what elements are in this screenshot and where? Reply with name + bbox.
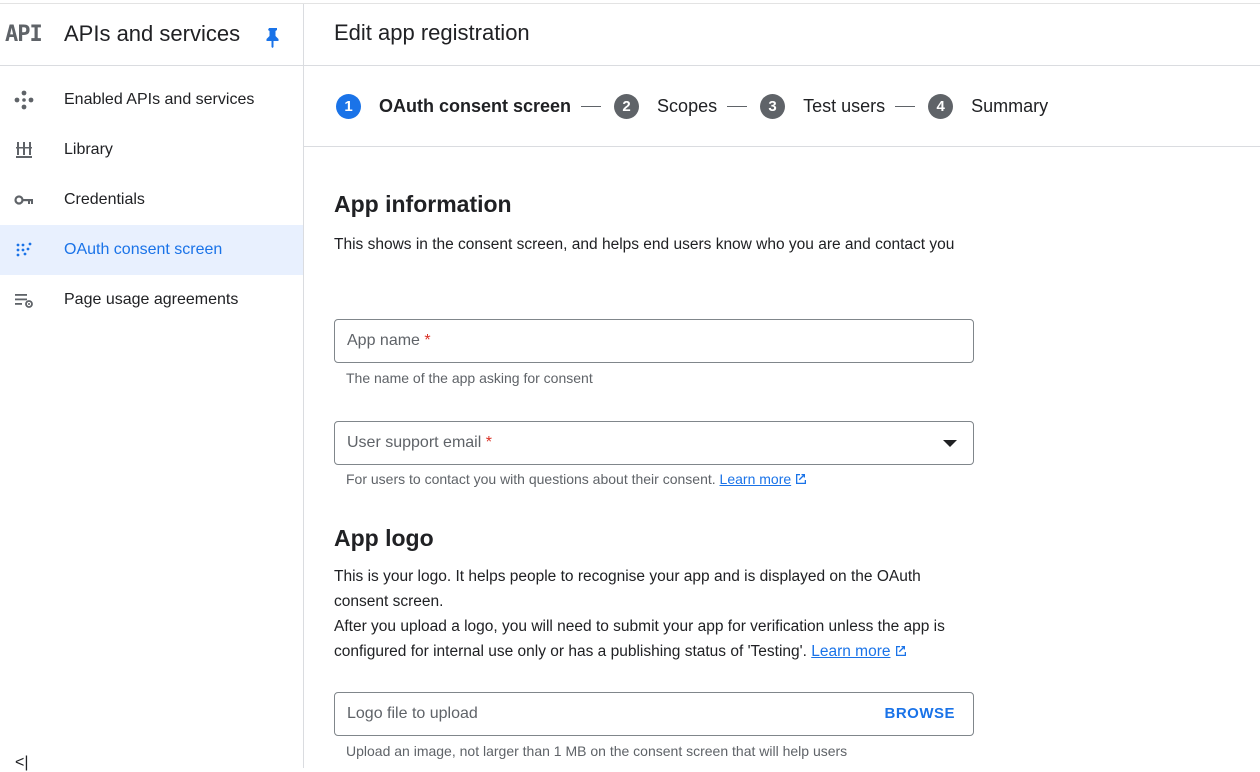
app-information-description: This shows in the consent screen, and he… [334,236,955,253]
support-email-placeholder: User support email * [347,434,492,451]
sidebar-item-label: OAuth consent screen [64,241,223,258]
library-icon [16,142,32,158]
step-separator [727,105,748,107]
sidebar-header: API APIs and services [0,4,303,66]
external-link-icon[interactable] [894,644,907,657]
stepper: 1 OAuth consent screen 2 Scopes 3 Test u… [336,93,1048,119]
app-logo-description-2: After you upload a logo, you will need t… [334,618,945,660]
required-mark: * [424,332,431,349]
divider [304,65,1260,66]
step-number: 4 [928,93,954,119]
sidebar-item-label: Enabled APIs and services [64,91,255,108]
step-label: Scopes [657,95,718,116]
sidebar-item-oauth-consent[interactable]: OAuth consent screen [0,225,303,275]
support-email-helper: For users to contact you with questions … [346,471,807,487]
logo-upload-field[interactable]: Logo file to upload BROWSE [334,692,974,736]
sidebar: API APIs and services Enabled APIs and s… [0,4,304,771]
logo-upload-helper: Upload an image, not larger than 1 MB on… [346,743,848,759]
collapse-sidebar-icon[interactable]: <| [15,754,29,772]
api-logo: API [5,22,43,47]
step-number: 1 [336,93,361,119]
app-information-heading: App information [334,191,512,217]
browse-button[interactable]: BROWSE [885,705,956,722]
diamond-arrows-icon [14,90,34,110]
step-label: OAuth consent screen [379,95,572,116]
learn-more-link[interactable]: Learn more [811,643,890,660]
sidebar-item-label: Page usage agreements [64,291,239,308]
step-number: 3 [760,93,786,119]
app-logo-description-1: This is your logo. It helps people to re… [334,568,921,610]
dots-grid-icon [16,242,32,257]
sidebar-item-library[interactable]: Library [0,125,303,175]
pin-icon[interactable] [263,26,283,48]
step-number: 2 [614,93,640,119]
step-oauth-consent[interactable]: 1 OAuth consent screen [336,93,572,119]
sidebar-item-credentials[interactable]: Credentials [0,175,303,225]
step-label: Test users [803,95,886,116]
step-test-users[interactable]: 3 Test users [760,93,886,119]
list-settings-icon [15,294,33,308]
app-logo-heading: App logo [334,525,434,551]
step-scopes[interactable]: 2 Scopes [614,93,718,119]
sidebar-item-label: Credentials [64,191,145,208]
app-name-field[interactable]: App name * [334,319,974,363]
app-name-helper: The name of the app asking for consent [346,370,593,386]
page-title: Edit app registration [334,20,530,45]
sidebar-nav: Enabled APIs and services Library Creden… [0,75,303,325]
required-mark: * [485,434,492,451]
external-link-icon[interactable] [794,472,807,485]
step-summary[interactable]: 4 Summary [928,93,1049,119]
sidebar-title: APIs and services [64,21,241,46]
logo-upload-placeholder: Logo file to upload [347,705,478,722]
dropdown-arrow-icon[interactable] [943,440,957,447]
sidebar-item-label: Library [64,141,113,158]
app-name-placeholder: App name * [347,332,431,349]
key-icon [14,195,33,205]
user-support-email-select[interactable]: User support email * [334,421,974,465]
sidebar-item-enabled-apis[interactable]: Enabled APIs and services [0,75,303,125]
divider [304,146,1260,147]
step-label: Summary [971,95,1049,116]
learn-more-link[interactable]: Learn more [720,471,792,487]
step-separator [581,105,602,107]
step-separator [895,105,916,107]
sidebar-item-page-usage[interactable]: Page usage agreements [0,275,303,325]
